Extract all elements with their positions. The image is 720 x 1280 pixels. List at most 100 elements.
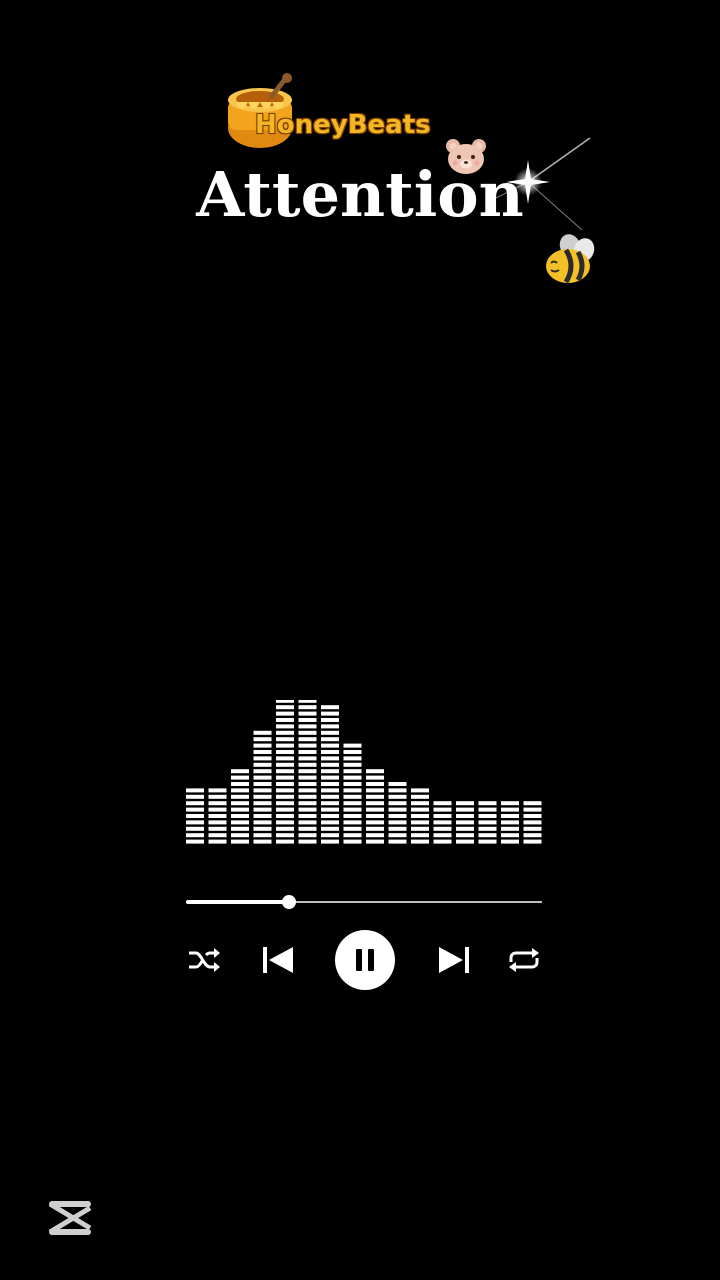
equalizer-segment bbox=[523, 833, 542, 838]
equalizer-segment bbox=[253, 820, 272, 825]
equalizer-segment bbox=[456, 839, 474, 844]
equalizer-segment bbox=[231, 833, 249, 838]
equalizer-segment bbox=[501, 807, 519, 812]
equalizer-bar bbox=[343, 743, 362, 844]
equalizer-segment bbox=[298, 820, 317, 825]
equalizer-segment bbox=[411, 833, 429, 838]
equalizer-bar bbox=[456, 801, 474, 844]
equalizer-bar bbox=[523, 801, 542, 844]
repeat-button[interactable] bbox=[504, 928, 544, 992]
shuffle-button[interactable] bbox=[186, 928, 222, 992]
equalizer-segment bbox=[388, 788, 407, 793]
equalizer-segment bbox=[298, 839, 317, 844]
equalizer-bar bbox=[388, 782, 407, 844]
equalizer-segment bbox=[321, 820, 339, 825]
equalizer-segment bbox=[343, 756, 362, 761]
equalizer-segment bbox=[276, 820, 294, 825]
equalizer-segment bbox=[321, 705, 339, 710]
equalizer-bar bbox=[253, 730, 272, 844]
equalizer-segment bbox=[388, 820, 407, 825]
equalizer-segment bbox=[366, 775, 384, 780]
equalizer-segment bbox=[231, 775, 249, 780]
equalizer-segment bbox=[321, 718, 339, 722]
equalizer-segment bbox=[298, 807, 317, 812]
equalizer-segment bbox=[456, 820, 474, 825]
equalizer-segment bbox=[298, 814, 317, 818]
equalizer-segment bbox=[343, 814, 362, 818]
equalizer-bar bbox=[501, 801, 519, 844]
equalizer-segment bbox=[208, 807, 227, 812]
previous-button[interactable] bbox=[258, 928, 298, 992]
equalizer-segment bbox=[343, 794, 362, 799]
equalizer-segment bbox=[208, 814, 227, 818]
equalizer-segment bbox=[298, 711, 317, 716]
equalizer-segment bbox=[321, 743, 339, 748]
equalizer-segment bbox=[253, 839, 272, 844]
equalizer-segment bbox=[321, 724, 339, 729]
equalizer-segment bbox=[456, 826, 474, 831]
equalizer-segment bbox=[276, 833, 294, 838]
next-button[interactable] bbox=[434, 928, 474, 992]
equalizer-segment bbox=[208, 839, 227, 844]
equalizer-segment bbox=[523, 826, 542, 831]
equalizer-segment bbox=[186, 833, 204, 838]
equalizer-segment bbox=[298, 794, 317, 799]
equalizer-segment bbox=[321, 826, 339, 831]
equalizer-segment bbox=[276, 769, 294, 774]
equalizer-segment bbox=[186, 794, 204, 799]
equalizer-segment bbox=[433, 807, 452, 812]
equalizer-segment bbox=[366, 839, 384, 844]
equalizer-segment bbox=[321, 737, 339, 742]
equalizer-segment bbox=[388, 826, 407, 831]
equalizer-segment bbox=[343, 833, 362, 838]
equalizer-segment bbox=[231, 820, 249, 825]
equalizer-segment bbox=[298, 756, 317, 761]
equalizer-segment bbox=[276, 801, 294, 806]
progress-fill bbox=[186, 900, 290, 904]
equalizer-segment bbox=[411, 839, 429, 844]
equalizer-segment bbox=[478, 814, 497, 818]
equalizer-segment bbox=[231, 769, 249, 774]
equalizer-segment bbox=[433, 833, 452, 838]
equalizer-segment bbox=[388, 807, 407, 812]
equalizer-segment bbox=[298, 743, 317, 748]
equalizer-segment bbox=[298, 782, 317, 786]
equalizer-segment bbox=[186, 826, 204, 831]
progress-bar[interactable] bbox=[186, 892, 542, 912]
equalizer-segment bbox=[253, 801, 272, 806]
equalizer-segment bbox=[343, 788, 362, 793]
playback-controls bbox=[186, 928, 542, 992]
equalizer-segment bbox=[366, 826, 384, 831]
pause-icon bbox=[335, 930, 395, 990]
equalizer-segment bbox=[411, 820, 429, 825]
equalizer-segment bbox=[276, 705, 294, 710]
equalizer-segment bbox=[321, 839, 339, 844]
equalizer-segment bbox=[411, 801, 429, 806]
equalizer-segment bbox=[321, 762, 339, 767]
equalizer-segment bbox=[298, 724, 317, 729]
equalizer-segment bbox=[208, 826, 227, 831]
equalizer-bar bbox=[366, 769, 384, 844]
equalizer-segment bbox=[253, 788, 272, 793]
equalizer-segment bbox=[388, 794, 407, 799]
bee-icon bbox=[546, 234, 595, 284]
equalizer-segment bbox=[321, 801, 339, 806]
equalizer-segment bbox=[298, 730, 317, 735]
equalizer-bar bbox=[321, 705, 339, 844]
progress-thumb[interactable] bbox=[282, 895, 297, 909]
equalizer-segment bbox=[231, 839, 249, 844]
equalizer-segment bbox=[186, 839, 204, 844]
equalizer-segment bbox=[321, 814, 339, 818]
equalizer-segment bbox=[523, 814, 542, 818]
equalizer-segment bbox=[366, 807, 384, 812]
equalizer-segment bbox=[186, 814, 204, 818]
equalizer-segment bbox=[253, 775, 272, 780]
equalizer-segment bbox=[388, 801, 407, 806]
equalizer-segment bbox=[366, 794, 384, 799]
equalizer-segment bbox=[321, 807, 339, 812]
equalizer-segment bbox=[276, 730, 294, 735]
equalizer-segment bbox=[253, 730, 272, 735]
pause-button[interactable] bbox=[333, 928, 397, 992]
equalizer-segment bbox=[231, 782, 249, 786]
equalizer-segment bbox=[343, 826, 362, 831]
